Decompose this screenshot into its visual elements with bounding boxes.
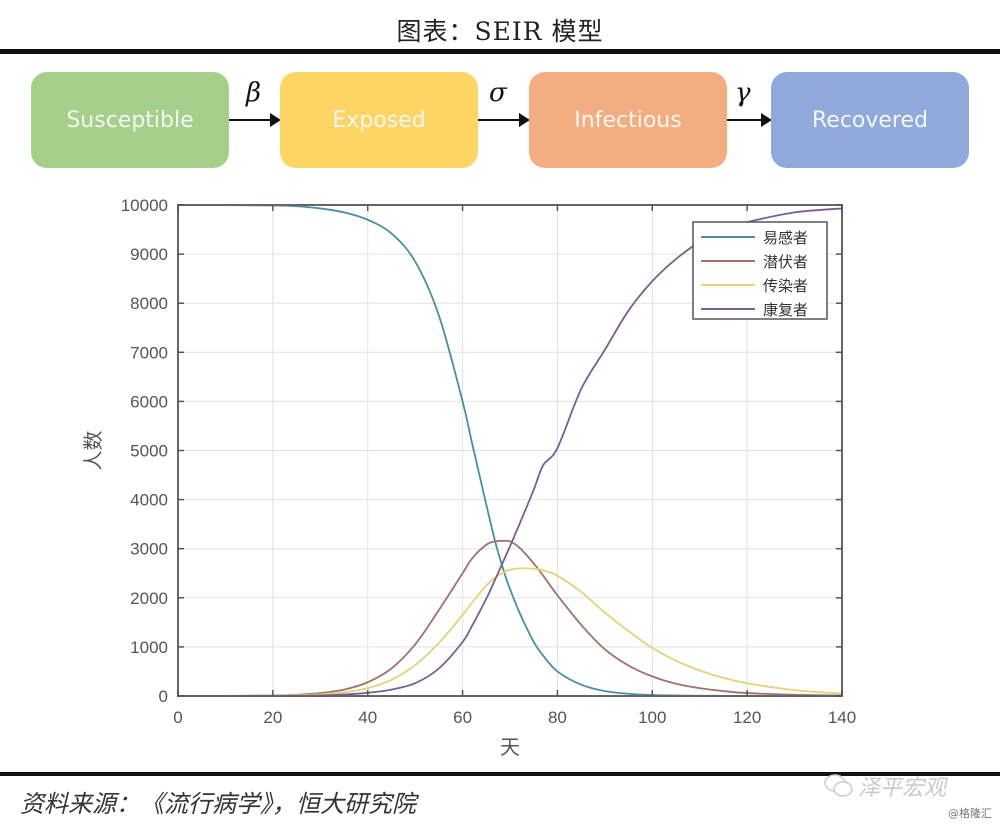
y-tick-label: 10000 bbox=[121, 196, 168, 215]
legend-label: 康复者 bbox=[763, 301, 808, 319]
y-tick-label: 4000 bbox=[130, 491, 168, 510]
stage-recovered: Recovered bbox=[771, 72, 969, 168]
y-axis-label: 人数 bbox=[81, 431, 105, 471]
legend: 易感者潜伏者传染者康复者 bbox=[692, 221, 828, 320]
legend-label: 潜伏者 bbox=[763, 253, 808, 271]
y-tick-label: 2000 bbox=[130, 589, 168, 608]
y-tick-label: 8000 bbox=[130, 294, 168, 313]
arrow-s-to-e bbox=[229, 113, 281, 127]
stage-infectious: Infectious bbox=[529, 72, 727, 168]
y-tick-label: 3000 bbox=[130, 540, 168, 559]
x-tick-label: 40 bbox=[358, 708, 377, 727]
stage-susceptible: Susceptible bbox=[31, 72, 229, 168]
x-tick-label: 100 bbox=[638, 708, 666, 727]
y-tick-label: 7000 bbox=[130, 343, 168, 362]
legend-label: 传染者 bbox=[763, 277, 808, 295]
x-tick-label: 120 bbox=[733, 708, 761, 727]
stage-exposed: Exposed bbox=[280, 72, 478, 168]
x-tick-label: 20 bbox=[263, 708, 282, 727]
seir-line-chart: 0 20 40 60 80 100 120 140 0 1000 2000 3000 4000 5000 6… bbox=[81, 196, 856, 759]
y-tick-label: 5000 bbox=[130, 442, 168, 461]
x-tick-label: 80 bbox=[548, 708, 567, 727]
watermark-sub: @格隆汇 bbox=[948, 807, 992, 820]
stage-label: Infectious bbox=[574, 107, 682, 133]
watermark: 泽平宏观 bbox=[858, 776, 947, 801]
wechat-icon bbox=[824, 774, 853, 797]
stage-label: Exposed bbox=[332, 107, 426, 133]
stage-label: Susceptible bbox=[66, 107, 194, 133]
legend-label: 易感者 bbox=[763, 229, 808, 247]
top-divider bbox=[0, 49, 1000, 54]
y-tick-label: 6000 bbox=[130, 392, 168, 411]
arrow-i-to-r bbox=[727, 113, 772, 127]
x-tick-label: 0 bbox=[173, 708, 182, 727]
arrow-e-to-i bbox=[478, 113, 530, 127]
x-tick-label: 60 bbox=[453, 708, 472, 727]
rate-sigma: σ bbox=[489, 78, 507, 108]
figure-title: 图表：SEIR 模型 bbox=[396, 17, 604, 46]
rate-gamma: γ bbox=[735, 78, 751, 108]
x-tick-label: 140 bbox=[828, 708, 856, 727]
source-note: 资料来源：《流行病学》，恒大研究院 bbox=[20, 790, 416, 818]
y-tick-label: 1000 bbox=[130, 638, 168, 657]
y-tick-label: 0 bbox=[159, 687, 168, 706]
seir-flow-diagram: Susceptible β Exposed σ Infectious γ Rec… bbox=[0, 72, 1000, 170]
rate-beta: β bbox=[246, 78, 262, 108]
y-tick-label: 9000 bbox=[130, 245, 168, 264]
x-axis-label: 天 bbox=[500, 735, 520, 759]
stage-label: Recovered bbox=[811, 107, 928, 133]
